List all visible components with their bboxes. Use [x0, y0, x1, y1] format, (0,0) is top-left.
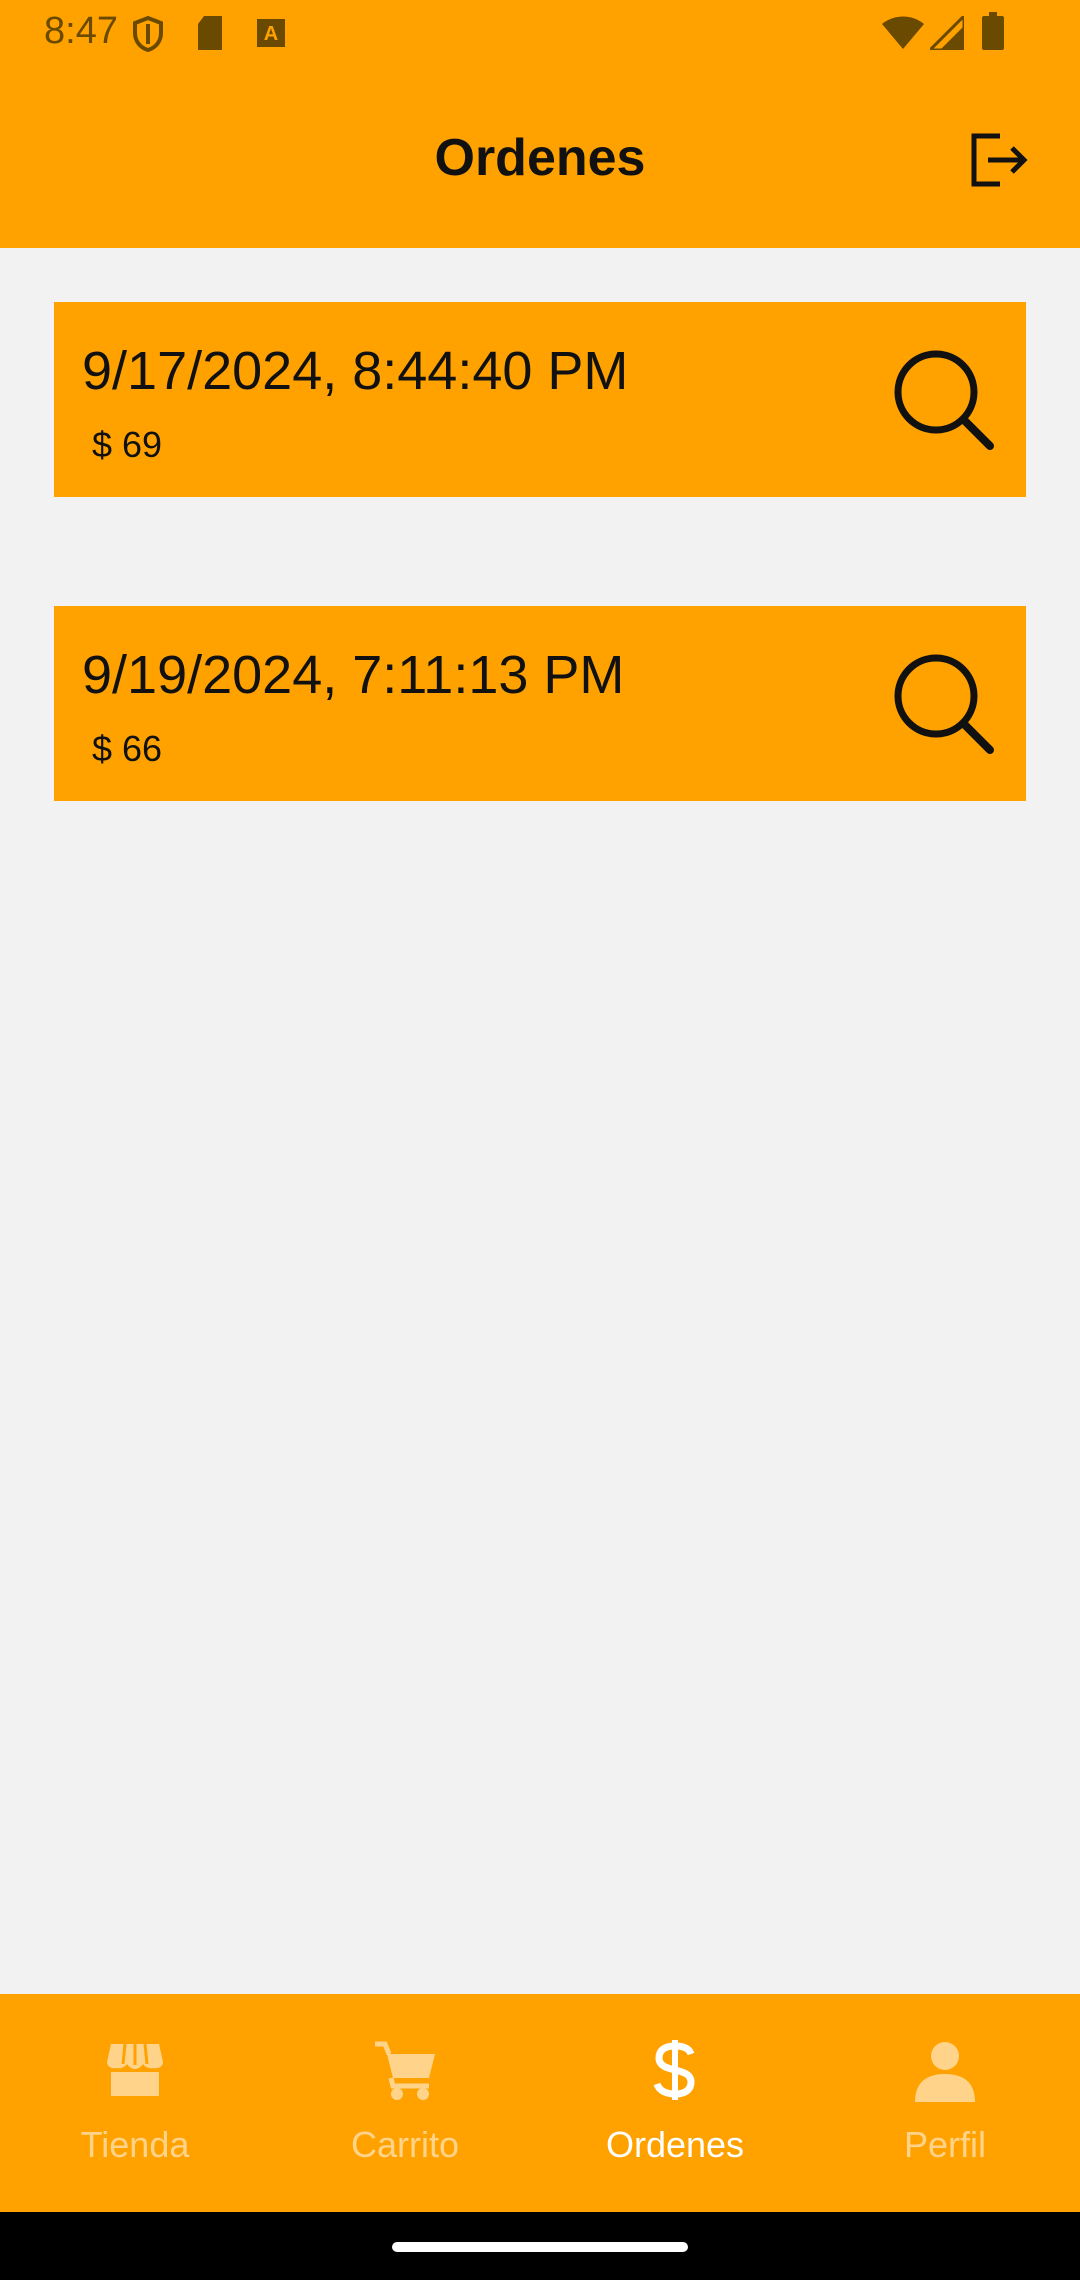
system-nav-bar	[0, 2212, 1080, 2280]
page-title: Ordenes	[434, 129, 646, 187]
shield-icon	[133, 16, 163, 52]
wifi-icon	[882, 16, 924, 49]
person-icon	[915, 2042, 975, 2102]
status-bar: 8:47 A	[0, 0, 1080, 70]
app-bar: Ordenes	[0, 70, 1080, 248]
accessibility-a-icon: A	[257, 19, 285, 47]
dollar-icon	[653, 2040, 695, 2100]
nav-label: Carrito	[350, 2124, 460, 2165]
signal-icon	[930, 16, 964, 50]
status-time: 8:47	[44, 10, 118, 52]
nav-item-perfil[interactable]: Perfil	[810, 1994, 1080, 2212]
nav-item-carrito[interactable]: Carrito	[270, 1994, 540, 2212]
nav-item-ordenes[interactable]: Ordenes	[540, 1994, 810, 2212]
svg-text:A: A	[264, 23, 278, 45]
logout-icon[interactable]	[966, 128, 1030, 192]
bottom-nav: Tienda Carrito Ordenes Perfil	[0, 1994, 1080, 2212]
nav-label: Perfil	[903, 2124, 987, 2165]
cart-icon	[375, 2041, 435, 2100]
nav-item-tienda[interactable]: Tienda	[0, 1994, 270, 2212]
order-card[interactable]: 9/19/2024, 7:11:13 PM $ 66	[54, 606, 1026, 801]
order-card[interactable]: 9/17/2024, 8:44:40 PM $ 69	[54, 302, 1026, 497]
nav-label: Ordenes	[605, 2124, 745, 2165]
order-total: $ 66	[92, 728, 163, 769]
battery-icon	[982, 12, 1004, 50]
store-icon	[107, 2043, 163, 2096]
order-date: 9/17/2024, 8:44:40 PM	[82, 341, 629, 401]
search-icon[interactable]	[892, 652, 996, 756]
order-date: 9/19/2024, 7:11:13 PM	[82, 645, 625, 705]
home-indicator[interactable]	[392, 2242, 688, 2252]
sd-card-icon	[198, 16, 222, 50]
order-total: $ 69	[92, 424, 163, 465]
nav-label: Tienda	[80, 2124, 190, 2165]
search-icon[interactable]	[892, 348, 996, 452]
